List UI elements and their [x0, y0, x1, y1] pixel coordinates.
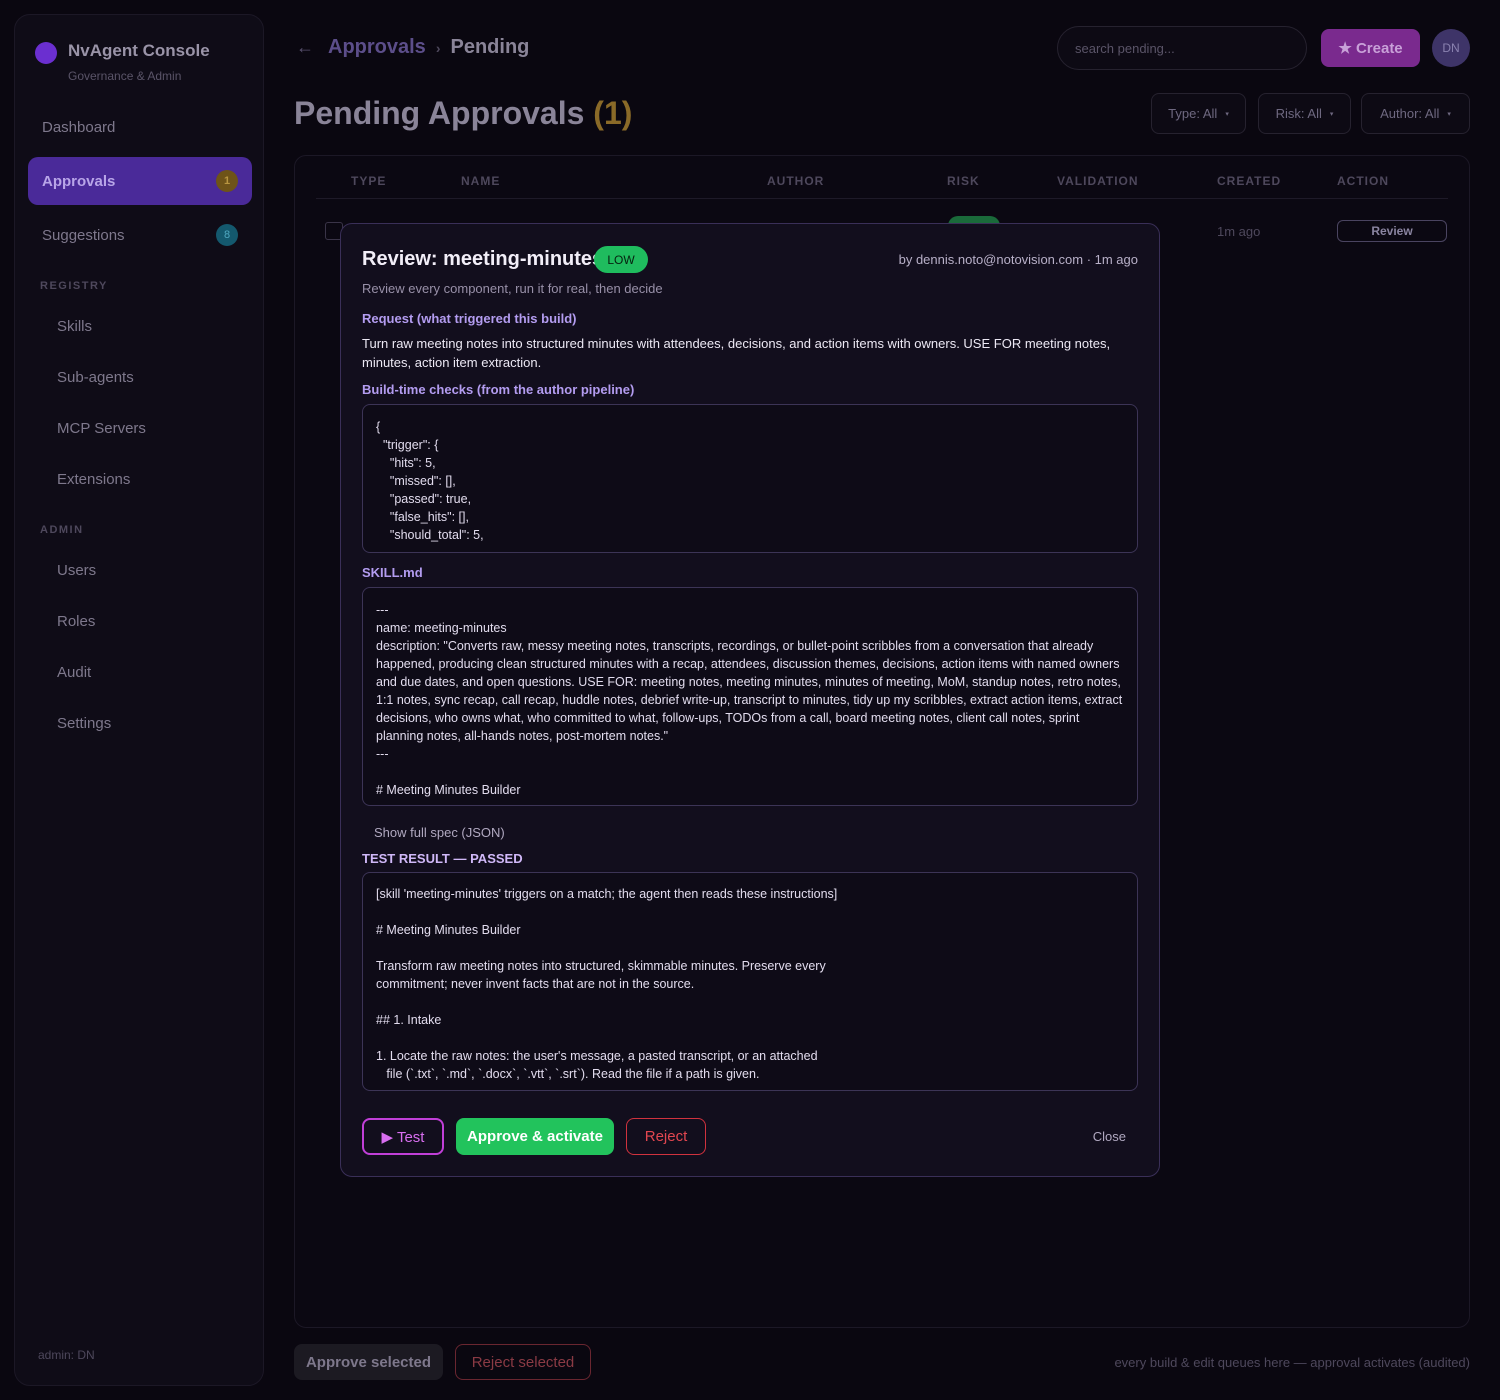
sidebar-item-settings[interactable]: Settings	[57, 715, 111, 732]
sidebar-item-approvals[interactable]: Approvals 1	[28, 157, 252, 205]
test-result-code-box[interactable]: [skill 'meeting-minutes' triggers on a m…	[362, 872, 1138, 1091]
chevron-right-icon: ›	[435, 39, 441, 56]
close-button[interactable]: Close	[1093, 1129, 1126, 1144]
reject-button[interactable]: Reject	[626, 1118, 706, 1155]
column-header-risk: RISK	[947, 174, 980, 188]
sidebar-item-label: Dashboard	[42, 118, 116, 136]
page-title: Pending Approvals (1)	[294, 95, 632, 132]
admin-section-title: ADMIN	[40, 524, 84, 536]
breadcrumb: ← Approvals › Pending	[296, 36, 529, 59]
brand-name: NvAgent Console	[68, 41, 210, 60]
sidebar-item-skills[interactable]: Skills	[57, 318, 92, 335]
column-header-action: ACTION	[1337, 174, 1389, 188]
create-button[interactable]: ★ Create	[1321, 29, 1420, 67]
sidebar-item-mcp-servers[interactable]: MCP Servers	[57, 420, 146, 437]
suggestions-count-badge: 8	[216, 224, 238, 246]
sidebar-item-extensions[interactable]: Extensions	[57, 471, 130, 488]
checks-code-box[interactable]: { "trigger": { "hits": 5, "missed": [], …	[362, 404, 1138, 553]
caret-down-icon: ▾	[1225, 110, 1229, 118]
search-input[interactable]: search pending...	[1057, 26, 1307, 70]
reject-selected-button[interactable]: Reject selected	[455, 1344, 591, 1380]
review-modal: Review: meeting-minutes LOW by dennis.no…	[340, 223, 1160, 1177]
show-full-spec-toggle[interactable]: Show full spec (JSON)	[374, 825, 505, 840]
filter-label: Risk: All	[1275, 106, 1322, 121]
request-label: Request (what triggered this build)	[362, 311, 577, 326]
checks-label: Build-time checks (from the author pipel…	[362, 382, 635, 397]
column-header-validation: VALIDATION	[1057, 174, 1139, 188]
pending-count: (1)	[593, 95, 633, 131]
column-header-type: TYPE	[351, 174, 387, 188]
modal-title: Review: meeting-minutes	[362, 248, 604, 270]
type-filter-dropdown[interactable]: Type: All ▾	[1151, 93, 1246, 134]
brand-subtitle: Governance & Admin	[68, 69, 182, 83]
sidebar-item-label: Approvals	[42, 172, 116, 190]
breadcrumb-current: Pending	[450, 36, 530, 58]
registry-section-title: REGISTRY	[40, 280, 108, 292]
table-header-divider	[316, 198, 1448, 199]
risk-badge: LOW	[594, 246, 648, 273]
back-arrow-icon[interactable]: ←	[296, 37, 314, 58]
row-created: 1m ago	[1217, 224, 1261, 239]
page-title-text: Pending Approvals	[294, 95, 585, 131]
avatar[interactable]: DN	[1432, 29, 1470, 67]
caret-down-icon: ▾	[1447, 110, 1451, 118]
column-header-author: AUTHOR	[767, 174, 825, 188]
sidebar-item-label: Suggestions	[42, 226, 125, 244]
brand-logo-icon	[35, 42, 57, 64]
filter-label: Author: All	[1380, 106, 1440, 121]
footer-note: every build & edit queues here — approva…	[1114, 1355, 1470, 1370]
request-text: Turn raw meeting notes into structured m…	[362, 336, 1111, 370]
sidebar-item-dashboard[interactable]: Dashboard	[28, 103, 252, 151]
review-button[interactable]: Review	[1337, 220, 1447, 242]
skill-md-label: SKILL.md	[362, 565, 423, 580]
filter-label: Type: All	[1168, 106, 1218, 121]
sidebar-item-sub-agents[interactable]: Sub-agents	[57, 369, 134, 386]
sidebar-footer-user: admin: DN	[38, 1348, 95, 1362]
caret-down-icon: ▾	[1329, 110, 1334, 118]
sidebar-item-audit[interactable]: Audit	[57, 664, 91, 681]
sidebar-item-suggestions[interactable]: Suggestions 8	[28, 211, 252, 259]
risk-filter-dropdown[interactable]: Risk: All ▾	[1258, 93, 1351, 134]
author-filter-dropdown[interactable]: Author: All ▾	[1361, 93, 1470, 134]
breadcrumb-approvals-link[interactable]: Approvals	[328, 36, 426, 59]
approve-activate-button[interactable]: Approve & activate	[456, 1118, 614, 1155]
approvals-count-badge: 1	[216, 170, 238, 192]
test-result-label: TEST RESULT — PASSED	[362, 851, 523, 866]
test-button[interactable]: ▶ Test	[362, 1118, 444, 1155]
modal-meta: by dennis.noto@notovision.com · 1m ago	[898, 252, 1138, 267]
approve-selected-button[interactable]: Approve selected	[294, 1344, 443, 1380]
column-header-name: NAME	[461, 174, 501, 188]
skill-md-code-box[interactable]: --- name: meeting-minutes description: "…	[362, 587, 1138, 806]
sidebar: NvAgent Console Governance & Admin Dashb…	[14, 14, 264, 1386]
column-header-created: CREATED	[1217, 174, 1282, 188]
sidebar-item-users[interactable]: Users	[57, 562, 96, 579]
brand: NvAgent Console Governance & Admin	[35, 41, 210, 83]
modal-subtitle: Review every component, run it for real,…	[362, 281, 663, 296]
sidebar-item-roles[interactable]: Roles	[57, 613, 95, 630]
